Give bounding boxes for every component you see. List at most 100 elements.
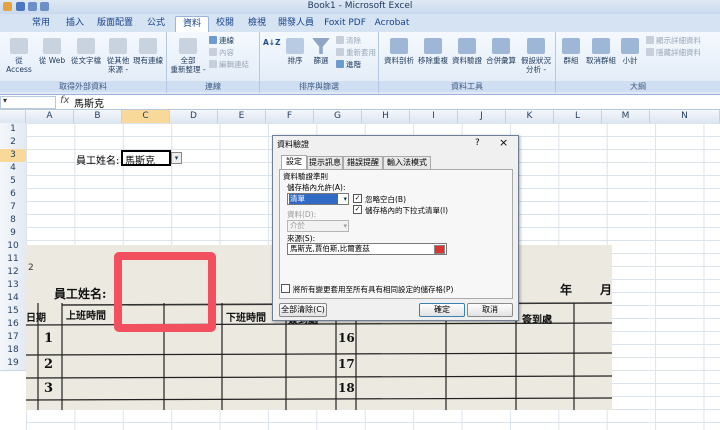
range-picker-icon[interactable] — [434, 245, 445, 254]
row-header[interactable]: 17 — [0, 331, 27, 345]
column-header[interactable]: G — [314, 110, 362, 123]
column-header[interactable]: K — [506, 110, 554, 123]
in-cell-dropdown-checkbox[interactable]: ✓ — [353, 205, 362, 214]
from-web-button[interactable]: 從 Web — [36, 38, 68, 65]
row-header[interactable]: 6 — [0, 188, 27, 202]
source-input[interactable]: 馬斯克,賈伯斯,比爾蓋茲 — [287, 243, 447, 255]
link-icon — [209, 36, 217, 44]
apply-all-checkbox[interactable] — [281, 284, 290, 293]
consolidate-button[interactable]: 合併彙算 — [485, 38, 517, 65]
tab-data[interactable]: 資料 — [175, 16, 209, 32]
tab-page-layout[interactable]: 版面配置 — [92, 16, 138, 31]
select-all-corner[interactable] — [0, 110, 26, 123]
data-validation-button[interactable]: 資料驗證 — [451, 38, 483, 65]
tab-review[interactable]: 校閱 — [210, 16, 240, 31]
row-header[interactable]: 9 — [0, 227, 27, 241]
from-text-button[interactable]: 從文字檔 — [68, 38, 104, 65]
column-header[interactable]: I — [410, 110, 458, 123]
name-box[interactable]: ▾ — [0, 96, 56, 109]
subtotal-button[interactable]: 小計 — [618, 38, 642, 65]
row-header[interactable]: 18 — [0, 344, 27, 358]
column-header[interactable]: C — [122, 110, 170, 123]
existing-connections-button[interactable]: 現有連線 — [132, 38, 164, 65]
properties-button[interactable]: 內容 — [209, 48, 234, 58]
row-header[interactable]: 12 — [0, 266, 27, 280]
row-header[interactable]: 11 — [0, 253, 27, 267]
show-detail-label: 顯示詳細資料 — [656, 36, 701, 45]
cancel-button[interactable]: 取消 — [467, 303, 513, 317]
tab-developer[interactable]: 開發人員 — [276, 16, 316, 31]
column-header[interactable]: H — [362, 110, 410, 123]
tab-formulas[interactable]: 公式 — [140, 16, 172, 31]
reapply-button[interactable]: 重新套用 — [336, 48, 376, 58]
tab-input-message[interactable]: 提示訊息 — [307, 156, 343, 169]
row-header[interactable]: 16 — [0, 318, 27, 332]
column-header[interactable]: D — [170, 110, 218, 123]
group-label-sort-filter: 排序與篩選 — [260, 81, 378, 92]
group-label-external: 取得外部資料 — [0, 81, 166, 92]
tab-home[interactable]: 常用 — [24, 16, 58, 31]
tab-acrobat[interactable]: Acrobat — [372, 16, 412, 31]
column-header[interactable]: J — [458, 110, 506, 123]
clear-button[interactable]: 清除 — [336, 36, 361, 46]
photo-row-number: 2 — [28, 263, 34, 273]
ignore-blank-checkbox[interactable]: ✓ — [353, 194, 362, 203]
column-header[interactable]: B — [74, 110, 122, 123]
column-header[interactable]: A — [26, 110, 74, 123]
sort-az-button[interactable]: A↓Z — [263, 38, 281, 48]
fx-icon[interactable]: fx — [60, 95, 69, 106]
clear-all-button[interactable]: 全部清除(C) — [279, 303, 327, 317]
allow-dropdown-icon[interactable]: ▾ — [343, 194, 347, 204]
close-icon[interactable]: × — [499, 136, 508, 149]
row-header[interactable]: 19 — [0, 357, 27, 371]
name-box-dropdown-icon[interactable]: ▾ — [3, 96, 7, 105]
ok-button[interactable]: 確定 — [419, 303, 465, 317]
column-header[interactable]: E — [218, 110, 266, 123]
column-header[interactable]: M — [602, 110, 650, 123]
row-header[interactable]: 4 — [0, 162, 27, 176]
tab-insert[interactable]: 插入 — [58, 16, 92, 31]
allow-select[interactable]: 清單 ▾ — [287, 193, 349, 205]
group-button[interactable]: 群組 — [558, 38, 584, 65]
row-header[interactable]: 7 — [0, 201, 27, 215]
from-access-button[interactable]: 從 Access — [2, 38, 36, 74]
remove-duplicates-button[interactable]: 移除重複 — [417, 38, 449, 65]
row-header[interactable]: 5 — [0, 175, 27, 189]
connections-button[interactable]: 連線 — [209, 36, 234, 46]
cell-dropdown-arrow-icon[interactable]: ▾ — [171, 152, 182, 164]
tab-error-alert[interactable]: 錯誤提醒 — [343, 156, 383, 169]
from-other-button[interactable]: 從其他 來源 - — [104, 38, 132, 74]
formula-input[interactable]: 馬斯克 — [74, 95, 104, 110]
filter-button[interactable]: 篩選 — [310, 38, 332, 65]
tab-settings[interactable]: 設定 — [281, 155, 307, 170]
tab-ime-mode[interactable]: 輸入法模式 — [383, 156, 431, 169]
row-header[interactable]: 8 — [0, 214, 27, 228]
show-detail-icon — [646, 36, 654, 44]
advanced-button[interactable]: 進階 — [336, 60, 361, 70]
row-header[interactable]: 3 — [0, 149, 27, 163]
row-header[interactable]: 10 — [0, 240, 27, 254]
cell-b3[interactable]: 員工姓名: — [76, 152, 119, 167]
edit-links-button[interactable]: 編輯連結 — [209, 60, 249, 70]
data-select[interactable]: 介於 ▾ — [287, 220, 349, 232]
row-header[interactable]: 2 — [0, 136, 27, 150]
column-header[interactable]: N — [650, 110, 720, 123]
help-icon[interactable]: ? — [475, 138, 480, 148]
tab-foxit-pdf[interactable]: Foxit PDF — [320, 16, 370, 31]
row-header[interactable]: 13 — [0, 279, 27, 293]
row-header[interactable]: 14 — [0, 292, 27, 306]
column-header[interactable]: L — [554, 110, 602, 123]
hide-detail-label: 隱藏詳細資料 — [656, 48, 701, 57]
text-to-columns-button[interactable]: 資料剖析 — [383, 38, 415, 65]
ungroup-button[interactable]: 取消群組 — [584, 38, 618, 65]
what-if-analysis-button[interactable]: 假設狀況 分析 - — [519, 38, 553, 74]
tab-view[interactable]: 檢視 — [242, 16, 272, 31]
column-header[interactable]: F — [266, 110, 314, 123]
row-header[interactable]: 1 — [0, 123, 27, 137]
row-header[interactable]: 15 — [0, 305, 27, 319]
sort-button[interactable]: 排序 — [284, 38, 306, 65]
show-detail-button[interactable]: 顯示詳細資料 — [646, 36, 701, 46]
hide-detail-button[interactable]: 隱藏詳細資料 — [646, 48, 701, 58]
refresh-all-button[interactable]: 全部 重新整理 - — [169, 38, 207, 74]
cell-c3-selected[interactable]: 馬斯克 — [121, 150, 171, 167]
